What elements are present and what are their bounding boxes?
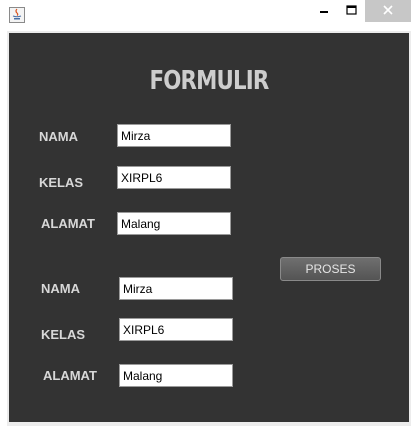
output-nama-field[interactable] <box>119 277 233 300</box>
proses-button[interactable]: PROSES <box>280 257 381 281</box>
input-kelas-label: KELAS <box>39 175 84 190</box>
input-nama-field[interactable] <box>117 124 231 147</box>
app-window: FORMULIR NAMA KELAS ALAMAT PROSES NAMA K… <box>0 0 419 434</box>
input-kelas-field[interactable] <box>117 166 231 189</box>
maximize-icon <box>345 2 357 20</box>
input-alamat-field[interactable] <box>117 212 231 235</box>
form-title: FORMULIR <box>149 66 269 96</box>
close-button[interactable] <box>365 0 411 22</box>
output-alamat-field[interactable] <box>119 364 233 387</box>
title-bar[interactable] <box>0 0 419 30</box>
output-alamat-label: ALAMAT <box>43 368 97 383</box>
java-icon[interactable] <box>9 7 25 23</box>
close-icon <box>382 2 394 20</box>
minimize-button[interactable] <box>311 0 337 22</box>
output-kelas-field[interactable] <box>119 318 233 341</box>
output-nama-label: NAMA <box>41 281 80 296</box>
maximize-button[interactable] <box>337 0 365 22</box>
output-kelas-label: KELAS <box>41 327 86 342</box>
input-nama-label: NAMA <box>39 129 78 144</box>
input-alamat-label: ALAMAT <box>41 216 95 231</box>
minimize-icon <box>319 2 329 20</box>
form-panel: FORMULIR NAMA KELAS ALAMAT PROSES NAMA K… <box>9 33 409 422</box>
